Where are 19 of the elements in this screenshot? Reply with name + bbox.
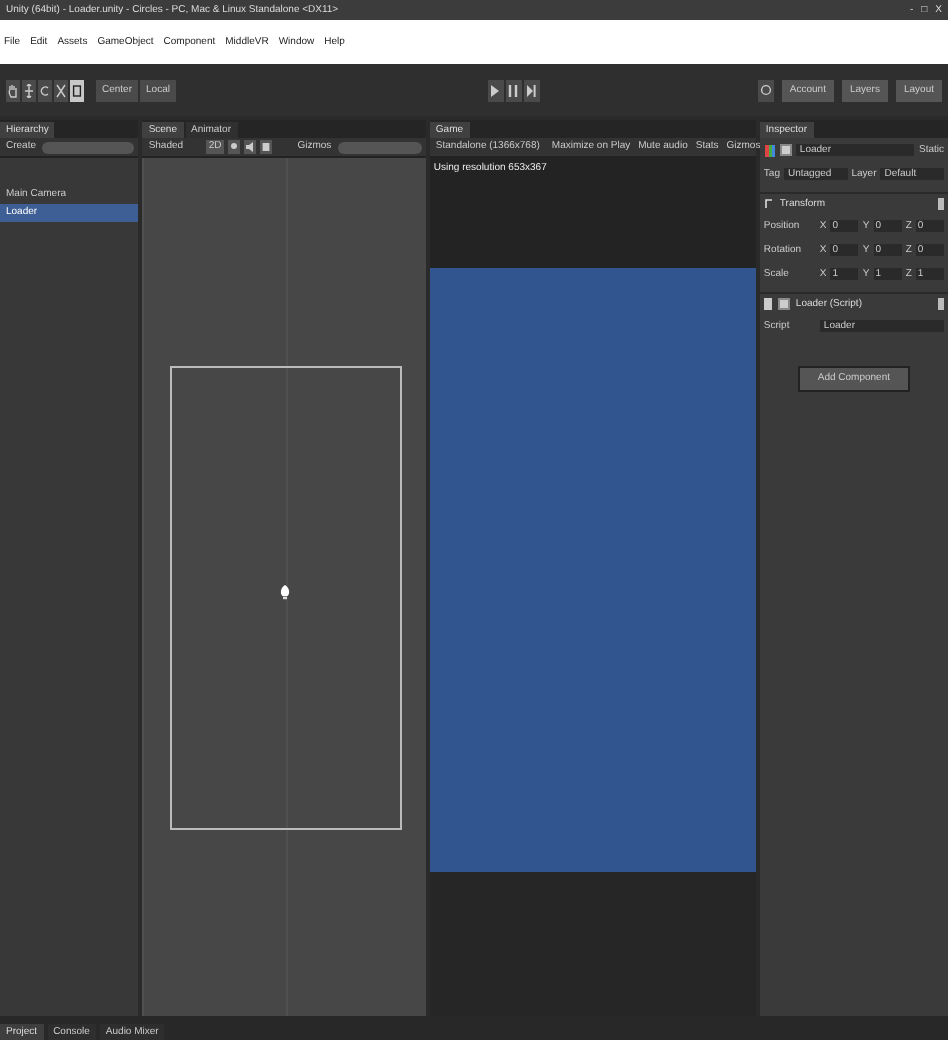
rotate-tool-button[interactable] (38, 79, 52, 101)
light-icon (278, 584, 293, 600)
effects-toggle[interactable] (259, 140, 272, 154)
active-checkbox[interactable] (779, 144, 792, 156)
hand-tool-button[interactable] (6, 79, 20, 101)
cloud-button[interactable] (757, 79, 774, 101)
cube-icon (763, 143, 776, 157)
play-button[interactable] (487, 79, 504, 101)
step-button[interactable] (523, 79, 540, 101)
search-field[interactable] (42, 141, 135, 153)
lighting-toggle[interactable] (227, 140, 240, 154)
rect-tool-button[interactable] (70, 79, 84, 101)
enabled-checkbox[interactable] (777, 298, 790, 310)
transform-icon (763, 198, 774, 210)
audio-toggle[interactable] (243, 140, 256, 154)
search-field[interactable] (337, 141, 422, 153)
scale-tool-button[interactable] (54, 79, 68, 101)
pause-button[interactable] (505, 79, 522, 101)
move-tool-button[interactable] (22, 79, 36, 101)
